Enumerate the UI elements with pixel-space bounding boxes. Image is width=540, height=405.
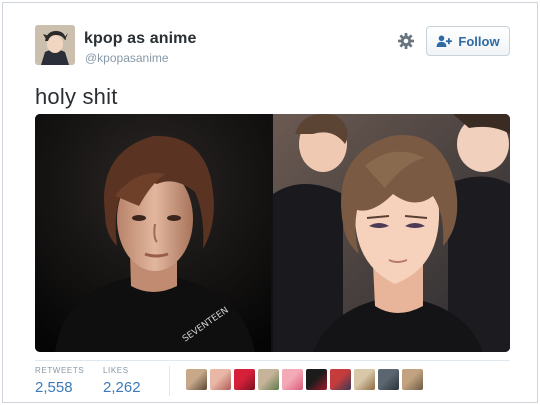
liker-avatar[interactable]: [378, 369, 399, 390]
photo-anime-character[interactable]: [273, 114, 510, 352]
photo-real-person[interactable]: SEVENTEEN: [35, 114, 271, 352]
avatar[interactable]: [35, 25, 75, 65]
liker-avatar[interactable]: [282, 369, 303, 390]
stats-separator: [169, 366, 170, 396]
liker-avatar[interactable]: [402, 369, 423, 390]
likes-label: LIKES: [103, 366, 129, 375]
liker-avatar[interactable]: [234, 369, 255, 390]
liker-avatar[interactable]: [306, 369, 327, 390]
liker-avatar[interactable]: [354, 369, 375, 390]
retweets-label: RETWEETS: [35, 366, 85, 375]
avatar-image: [35, 25, 75, 65]
tweet-text: holy shit: [35, 84, 118, 109]
stats-divider: [35, 360, 510, 361]
retweets-count[interactable]: 2,558: [35, 379, 73, 396]
liker-avatar[interactable]: [186, 369, 207, 390]
liker-avatar[interactable]: [210, 369, 231, 390]
liker-avatars: [186, 369, 423, 390]
liker-avatar[interactable]: [258, 369, 279, 390]
screen-name[interactable]: @kpopasanime: [85, 51, 169, 65]
follow-button[interactable]: Follow: [426, 26, 510, 56]
gear-icon[interactable]: [396, 31, 416, 51]
follow-label: Follow: [458, 33, 500, 49]
display-name[interactable]: kpop as anime: [84, 30, 196, 48]
tweet-media[interactable]: SEVENTEEN: [35, 114, 510, 352]
likes-count[interactable]: 2,262: [103, 379, 141, 396]
liker-avatar[interactable]: [330, 369, 351, 390]
add-user-icon: [436, 35, 453, 47]
